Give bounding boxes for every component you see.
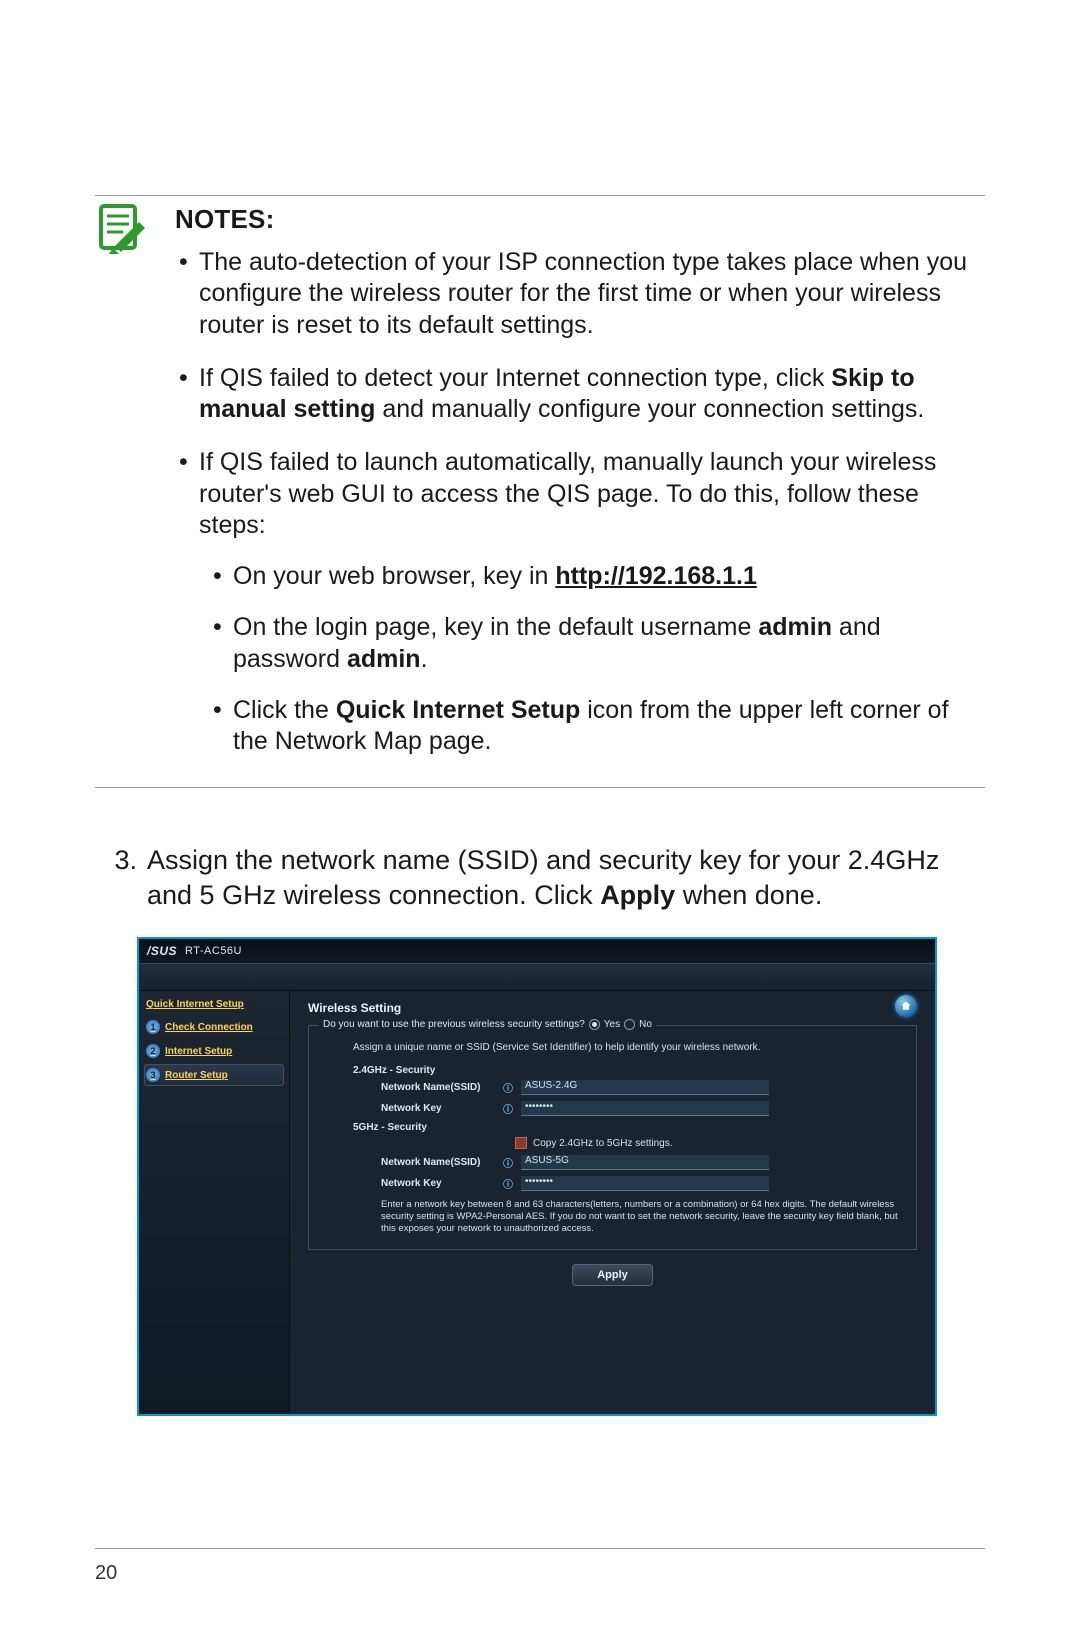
step-badge: 3 — [146, 1068, 160, 1082]
sidebar-item[interactable]: 2 Internet Setup — [144, 1040, 284, 1062]
brand-logo: /SUS — [147, 944, 177, 958]
notes-list: •The auto-detection of your ISP connecti… — [175, 247, 985, 757]
radio-yes[interactable] — [589, 1019, 600, 1030]
notes-subitem: •Click the Quick Internet Setup icon fro… — [227, 695, 985, 758]
section-24ghz: 2.4GHz - Security — [353, 1065, 902, 1076]
step-badge: 2 — [146, 1044, 160, 1058]
info-icon: ⓘ — [501, 1101, 515, 1116]
router-titlebar — [139, 963, 935, 991]
notes-subitem: •On the login page, key in the default u… — [227, 612, 985, 675]
sidebar-item[interactable]: 3 Router Setup — [144, 1064, 284, 1086]
input-ssid-24[interactable]: ASUS-2.4G — [521, 1080, 769, 1095]
info-icon: ⓘ — [501, 1176, 515, 1191]
router-header: /SUS RT-AC56U — [139, 939, 935, 963]
copy-settings-label: Copy 2.4GHz to 5GHz settings. — [533, 1138, 673, 1149]
router-ui-screenshot: /SUS RT-AC56U Quick Internet Setup 1 Chec… — [137, 937, 937, 1416]
step-number: 3. — [95, 843, 147, 913]
notes-subitem: •On your web browser, key in http://192.… — [227, 561, 985, 592]
label-key-24: Network Key — [381, 1103, 501, 1114]
notes-item: •The auto-detection of your ISP connecti… — [193, 247, 985, 341]
wizard-sidebar: Quick Internet Setup 1 Check Connection 2I… — [139, 991, 290, 1414]
info-icon: ⓘ — [501, 1080, 515, 1095]
sidebar-item-label: Check Connection — [165, 1022, 253, 1033]
info-icon: ⓘ — [501, 1155, 515, 1170]
step-3: 3. Assign the network name (SSID) and se… — [95, 843, 985, 913]
step-badge: 1 — [146, 1020, 160, 1034]
footer-rule — [95, 1548, 985, 1549]
radio-no[interactable] — [624, 1019, 635, 1030]
wireless-fieldset: Do you want to use the previous wireless… — [308, 1025, 917, 1250]
sidebar-item[interactable]: 1 Check Connection — [144, 1016, 284, 1038]
panel-title: Wireless Setting — [308, 1001, 917, 1015]
page-number: 20 — [95, 1562, 117, 1585]
label-ssid-5: Network Name(SSID) — [381, 1157, 501, 1168]
step-body: Assign the network name (SSID) and secur… — [147, 843, 985, 913]
apply-button[interactable]: Apply — [572, 1264, 653, 1286]
copy-settings-checkbox[interactable] — [515, 1137, 527, 1149]
sidebar-item-label: Internet Setup — [165, 1046, 232, 1057]
label-key-5: Network Key — [381, 1178, 501, 1189]
ssid-help-text: Assign a unique name or SSID (Service Se… — [353, 1042, 902, 1053]
notes-item: •If QIS failed to detect your Internet c… — [193, 363, 985, 426]
sidebar-title: Quick Internet Setup — [146, 999, 282, 1010]
security-disclaimer: Enter a network key between 8 and 63 cha… — [381, 1199, 902, 1235]
notes-box: NOTES: •The auto-detection of your ISP c… — [95, 195, 985, 788]
input-key-24[interactable]: •••••••• — [521, 1101, 769, 1116]
router-main: Wireless Setting Do you want to use the … — [290, 991, 935, 1414]
notes-heading: NOTES — [175, 204, 266, 234]
input-key-5[interactable]: •••••••• — [521, 1176, 769, 1191]
sidebar-item-label: Router Setup — [165, 1070, 228, 1081]
input-ssid-5[interactable]: ASUS-5G — [521, 1155, 769, 1170]
router-model: RT-AC56U — [185, 945, 242, 957]
previous-settings-question: Do you want to use the previous wireless… — [319, 1019, 656, 1030]
notes-icon — [95, 202, 147, 254]
notes-item: •If QIS failed to launch automatically, … — [193, 447, 985, 757]
section-5ghz: 5GHz - Security — [353, 1122, 902, 1133]
label-ssid-24: Network Name(SSID) — [381, 1082, 501, 1093]
